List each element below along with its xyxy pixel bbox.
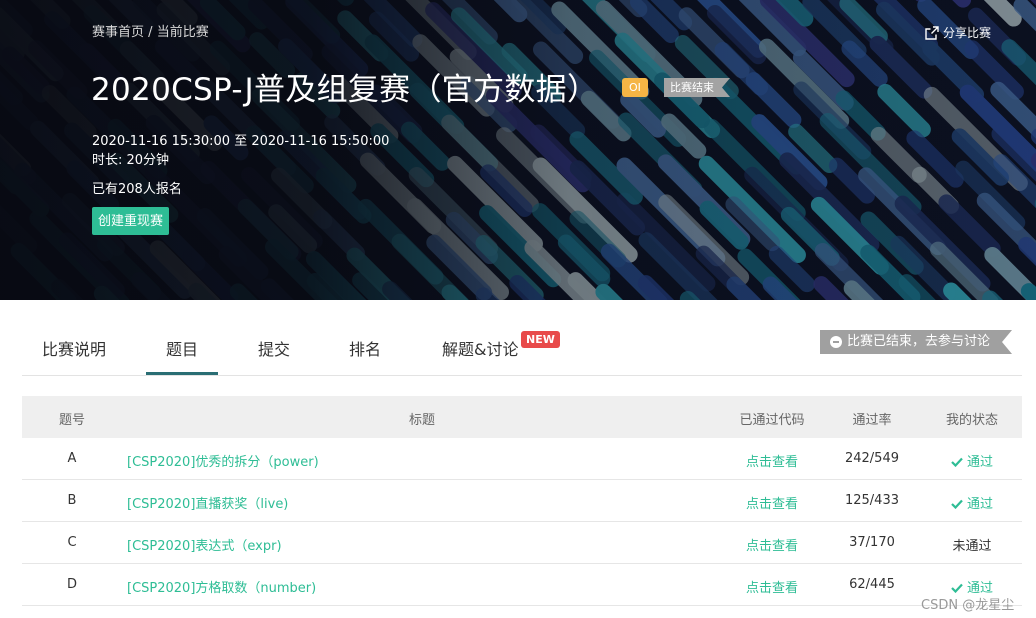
contest-type-badge: OI (622, 78, 648, 97)
contest-ended-banner[interactable]: 比赛已结束，去参与讨论 (820, 330, 1012, 354)
problem-id: B (67, 493, 77, 508)
share-icon (925, 25, 939, 40)
my-status: 通过 (922, 493, 1022, 512)
share-button[interactable]: 分享比赛 (925, 24, 991, 41)
contest-tabs: 比赛说明 题目 提交 排名 解题&讨论 NEW 比赛已结束，去参与讨论 (22, 300, 1022, 376)
problem-title-link[interactable]: [CSP2020]方格取数（number) (127, 577, 316, 596)
status-label: 通过 (966, 455, 993, 470)
pass-rate: 125/433 (844, 493, 899, 508)
breadcrumb-current: 当前比赛 (156, 25, 209, 40)
minus-circle-icon (830, 336, 842, 348)
table-body: A [CSP2020]优秀的拆分（power) 点击查看 242/549 通过 B [CSP… (22, 438, 1022, 606)
header-title: 标题 (408, 413, 435, 428)
contest-hero: 赛事首页 / 当前比赛 分享比赛 2020CSP-J普及组复赛（官方数据） OI… (0, 0, 1036, 300)
table-row: C [CSP2020]表达式（expr) 点击查看 37/170 未通过 (22, 522, 1022, 564)
check-icon (951, 583, 963, 593)
contest-time: 2020-11-16 15:30:00 至 2020-11-16 15:50:0… (92, 134, 390, 149)
status-label: 未通过 (952, 539, 992, 554)
contest-duration: 时长: 20分钟 (92, 153, 170, 168)
create-rerun-button[interactable]: 创建重现赛 (92, 207, 170, 235)
check-icon (951, 499, 963, 509)
problem-title-link[interactable]: [CSP2020]直播获奖（live) (127, 493, 288, 512)
header-rate: 通过率 (852, 413, 892, 428)
problem-id: A (67, 451, 77, 466)
breadcrumb-separator: / (148, 25, 153, 40)
tab-submissions[interactable]: 提交 (258, 336, 290, 360)
tab-description[interactable]: 比赛说明 (42, 336, 106, 360)
problem-title-link[interactable]: [CSP2020]表达式（expr) (127, 535, 282, 554)
view-code-link[interactable]: 点击查看 (722, 535, 822, 554)
header-status: 我的状态 (945, 413, 998, 428)
table-row: D [CSP2020]方格取数（number) 点击查看 62/445 通过 (22, 564, 1022, 606)
watermark: CSDN @龙星尘 (921, 598, 1015, 613)
pass-rate: 62/445 (849, 577, 895, 592)
view-code-link[interactable]: 点击查看 (722, 493, 822, 512)
problem-title-link[interactable]: [CSP2020]优秀的拆分（power) (127, 451, 319, 470)
table-row: B [CSP2020]直播获奖（live) 点击查看 125/433 通过 (22, 480, 1022, 522)
tab-ranking[interactable]: 排名 (349, 336, 381, 360)
my-status: 未通过 (922, 535, 1022, 554)
new-badge: NEW (521, 331, 560, 348)
pass-rate: 37/170 (849, 535, 895, 550)
contest-title: 2020CSP-J普及组复赛（官方数据） (91, 72, 599, 108)
active-tab-indicator (146, 372, 218, 375)
table-row: A [CSP2020]优秀的拆分（power) 点击查看 242/549 通过 (22, 438, 1022, 480)
breadcrumb: 赛事首页 / 当前比赛 (92, 21, 209, 40)
check-icon (951, 457, 963, 467)
tab-discussion[interactable]: 解题&讨论 (442, 336, 518, 360)
tab-problems[interactable]: 题目 (166, 336, 198, 360)
header-code: 已通过代码 (739, 413, 805, 428)
breadcrumb-home[interactable]: 赛事首页 (92, 25, 144, 40)
contest-status-badge: 比赛结束 (664, 78, 730, 97)
my-status: 通过 (922, 451, 1022, 470)
table-header: 题号 标题 已通过代码 通过率 我的状态 (22, 396, 1022, 438)
problem-id: C (67, 535, 77, 550)
view-code-link[interactable]: 点击查看 (722, 451, 822, 470)
problem-id: D (66, 577, 77, 592)
status-label: 通过 (966, 497, 993, 512)
pass-rate: 242/549 (844, 451, 899, 466)
signup-count: 已有208人报名 (92, 182, 182, 197)
view-code-link[interactable]: 点击查看 (722, 577, 822, 596)
problem-table: 题号 标题 已通过代码 通过率 我的状态 A [CSP2020]优秀的拆分（pow… (22, 396, 1022, 606)
contest-ended-label: 比赛已结束，去参与讨论 (847, 334, 991, 349)
share-label: 分享比赛 (943, 26, 992, 40)
